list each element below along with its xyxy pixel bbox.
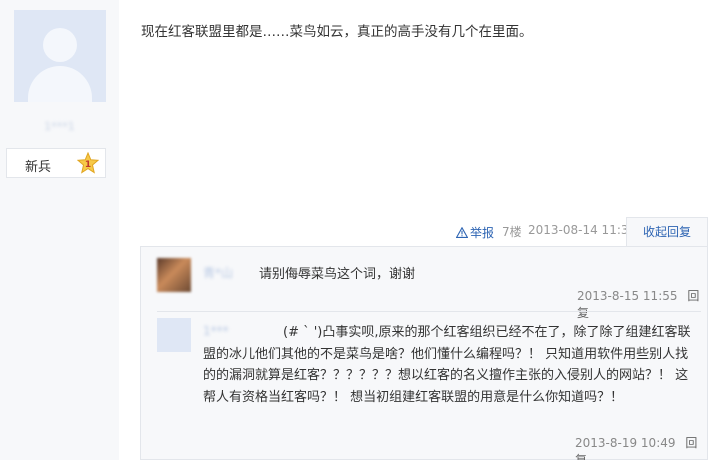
post-content: 现在红客联盟里都是……菜鸟如云，真正的高手没有几个在里面。 [141, 24, 533, 40]
rank-level: 1 [85, 160, 91, 170]
author-name[interactable]: 1***1 [0, 120, 119, 133]
author-sidebar: 1***1 新兵 1 [0, 0, 119, 460]
post-floor: 7楼 [502, 225, 522, 239]
avatar-body-shape [28, 66, 92, 102]
post-time: 2013-08-14 11:30 [528, 223, 637, 237]
collapse-reply-button[interactable]: 收起回复 [626, 217, 708, 247]
rank-star-icon: 1 [77, 152, 99, 174]
reply-avatar[interactable] [157, 258, 191, 292]
reply-text: 请别侮辱菜鸟这个词，谢谢 [259, 267, 416, 282]
reply-meta: 2013-8-19 10:49 回复 [575, 434, 707, 460]
rank-label: 新兵 [25, 160, 52, 175]
reply-time: 2013-8-15 11:55 [577, 289, 678, 303]
report-label: 举报 [470, 225, 495, 240]
reply-avatar[interactable] [157, 318, 191, 352]
author-avatar[interactable] [14, 10, 106, 102]
reply-meta: 2013-8-15 11:55 回复 [577, 287, 707, 321]
reply-panel: 青*山 请别侮辱菜鸟这个词，谢谢 2013-8-15 11:55 回复 1***… [140, 246, 708, 460]
report-link[interactable]: 举报 [456, 223, 494, 241]
reply-time: 2013-8-19 10:49 [575, 436, 676, 450]
reply-username[interactable]: 青*山 [203, 264, 233, 281]
reply-text: (# ` ')凸事实呗,原来的那个红客组织已经不在了，除了除了组建红客联盟的冰儿… [203, 325, 691, 406]
warning-icon [456, 226, 468, 238]
author-rank-badge[interactable]: 新兵 1 [6, 148, 106, 178]
reply-divider [157, 311, 701, 312]
avatar-head-shape [43, 28, 77, 62]
